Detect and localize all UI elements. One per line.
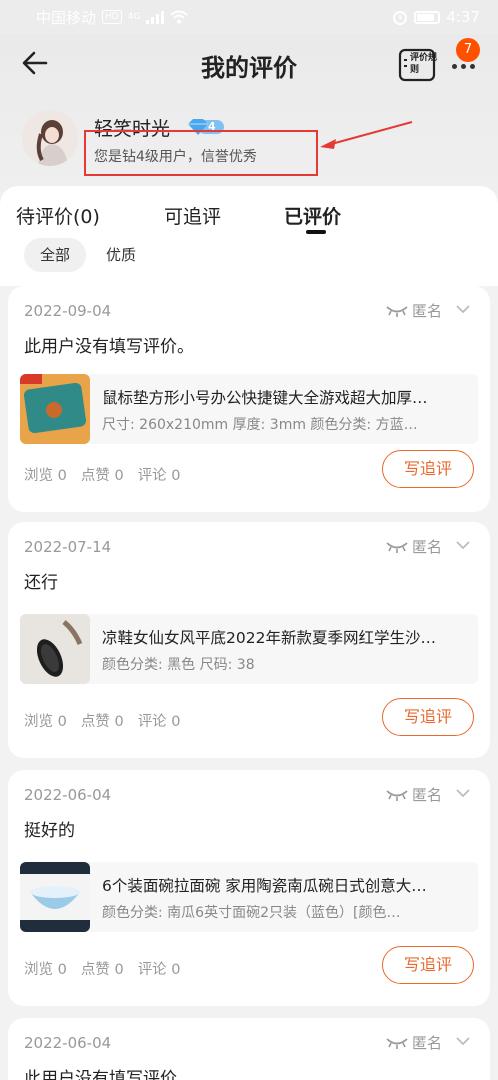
status-bar: 中国移动 HD 4G 4:37: [0, 0, 498, 34]
active-tab-indicator: [306, 230, 326, 234]
product-title: 凉鞋女仙女风平底2022年新款夏季网红学生沙…: [102, 629, 436, 647]
write-follow-up-button[interactable]: 写追评: [382, 450, 474, 488]
chevron-down-icon[interactable]: [456, 304, 470, 314]
comments-count: 评论 0: [137, 714, 181, 730]
notification-badge: 7: [456, 38, 480, 62]
chevron-down-icon[interactable]: [456, 540, 470, 550]
filter-quality[interactable]: 优质: [90, 238, 152, 272]
signal-icon: [146, 10, 165, 24]
review-stats: 浏览 0 点赞 0 评论 0: [24, 958, 181, 979]
annotation-arrow-icon: [320, 121, 413, 149]
product-thumbnail[interactable]: [20, 862, 90, 932]
avatar[interactable]: [22, 110, 78, 166]
review-text: 挺好的: [24, 821, 75, 841]
bowl-image: [20, 862, 90, 932]
review-stats: 浏览 0 点赞 0 评论 0: [24, 464, 181, 485]
tab-pending-review[interactable]: 待评价(0): [16, 202, 100, 229]
review-date: 2022-06-04: [24, 786, 112, 804]
product-title: 鼠标垫方形小号办公快捷键大全游戏超大加厚…: [102, 389, 428, 407]
likes-count: 点赞 0: [80, 468, 124, 484]
review-rules-button[interactable]: 评价规则: [398, 48, 438, 82]
eye-closed-icon[interactable]: [386, 540, 408, 554]
product-title: 6个装面碗拉面碗 家用陶瓷南瓜碗日式创意大…: [102, 877, 427, 895]
comments-count: 评论 0: [137, 962, 181, 978]
sandal-image: [20, 614, 90, 684]
tab-can-follow-up[interactable]: 可追评: [164, 202, 221, 229]
chevron-down-icon[interactable]: [456, 788, 470, 798]
eye-closed-icon[interactable]: [386, 304, 408, 318]
review-text: 此用户没有填写评价。: [24, 1069, 194, 1080]
product-info[interactable]: 鼠标垫方形小号办公快捷键大全游戏超大加厚… 尺寸: 260x210mm 厚度: …: [20, 374, 478, 444]
rules-label: 评价规则: [410, 53, 438, 75]
review-text: 此用户没有填写评价。: [24, 337, 194, 357]
product-info[interactable]: 凉鞋女仙女风平底2022年新款夏季网红学生沙… 颜色分类: 黑色 尺码: 38: [20, 614, 478, 684]
comments-count: 评论 0: [137, 468, 181, 484]
likes-count: 点赞 0: [80, 962, 124, 978]
nav-bar: 我的评价 评价规则 7: [0, 34, 498, 94]
battery-icon: [414, 10, 441, 24]
tabs-area: 待评价(0) 可追评 已评价 全部 优质: [0, 186, 498, 286]
alarm-icon: [393, 11, 408, 25]
annotation-box: [84, 130, 318, 176]
product-thumbnail[interactable]: [20, 374, 90, 444]
avatar-image: [22, 110, 78, 166]
review-date: 2022-09-04: [24, 302, 112, 320]
anonymous-label[interactable]: 匿名: [412, 300, 442, 321]
clock-label: 4:37: [446, 8, 480, 26]
likes-count: 点赞 0: [80, 714, 124, 730]
eye-closed-icon[interactable]: [386, 1036, 408, 1050]
product-spec: 颜色分类: 黑色 尺码: 38: [102, 657, 255, 673]
hd-badge: HD: [102, 10, 122, 24]
filter-all[interactable]: 全部: [24, 238, 87, 272]
write-follow-up-button[interactable]: 写追评: [382, 698, 474, 736]
network-label: 4G: [127, 12, 141, 22]
views-count: 浏览 0: [24, 468, 67, 484]
eye-closed-icon[interactable]: [386, 788, 408, 802]
reviews-panel: 待评价(0) 可追评 已评价 全部 优质 2022-09-04 匿名 此用户没有…: [0, 186, 498, 1080]
review-card: 2022-07-14 匿名 还行 凉鞋女仙女风平底2022年新款夏季网红学生沙……: [8, 522, 490, 758]
views-count: 浏览 0: [24, 962, 67, 978]
anonymous-label[interactable]: 匿名: [412, 1032, 442, 1053]
write-follow-up-button[interactable]: 写追评: [382, 946, 474, 984]
mousepad-image: [20, 374, 90, 444]
review-stats: 浏览 0 点赞 0 评论 0: [24, 710, 181, 731]
anonymous-label[interactable]: 匿名: [412, 536, 442, 557]
chevron-down-icon[interactable]: [456, 1036, 470, 1046]
product-spec: 颜色分类: 南瓜6英寸面碗2只装（蓝色）[颜色…: [102, 905, 401, 921]
review-card: 2022-06-04 匿名 挺好的 6个装面碗拉面碗 家用陶瓷南瓜碗日式创意大……: [8, 770, 490, 1006]
anonymous-label[interactable]: 匿名: [412, 784, 442, 805]
carrier-label: 中国移动: [36, 8, 97, 27]
wifi-icon: [170, 10, 189, 24]
review-text: 还行: [24, 573, 58, 593]
review-card: 2022-09-04 匿名 此用户没有填写评价。 鼠标垫方形小号办公快捷键大全游…: [8, 286, 490, 512]
product-thumbnail[interactable]: [20, 614, 90, 684]
views-count: 浏览 0: [24, 714, 67, 730]
review-card: 2022-06-04 匿名 此用户没有填写评价。: [8, 1018, 490, 1080]
product-spec: 尺寸: 260x210mm 厚度: 3mm 颜色分类: 方蓝…: [102, 417, 418, 433]
product-info[interactable]: 6个装面碗拉面碗 家用陶瓷南瓜碗日式创意大… 颜色分类: 南瓜6英寸面碗2只装（…: [20, 862, 478, 932]
review-date: 2022-07-14: [24, 538, 112, 556]
review-date: 2022-06-04: [24, 1034, 112, 1052]
tab-reviewed[interactable]: 已评价: [284, 202, 341, 229]
more-icon: [452, 64, 457, 69]
